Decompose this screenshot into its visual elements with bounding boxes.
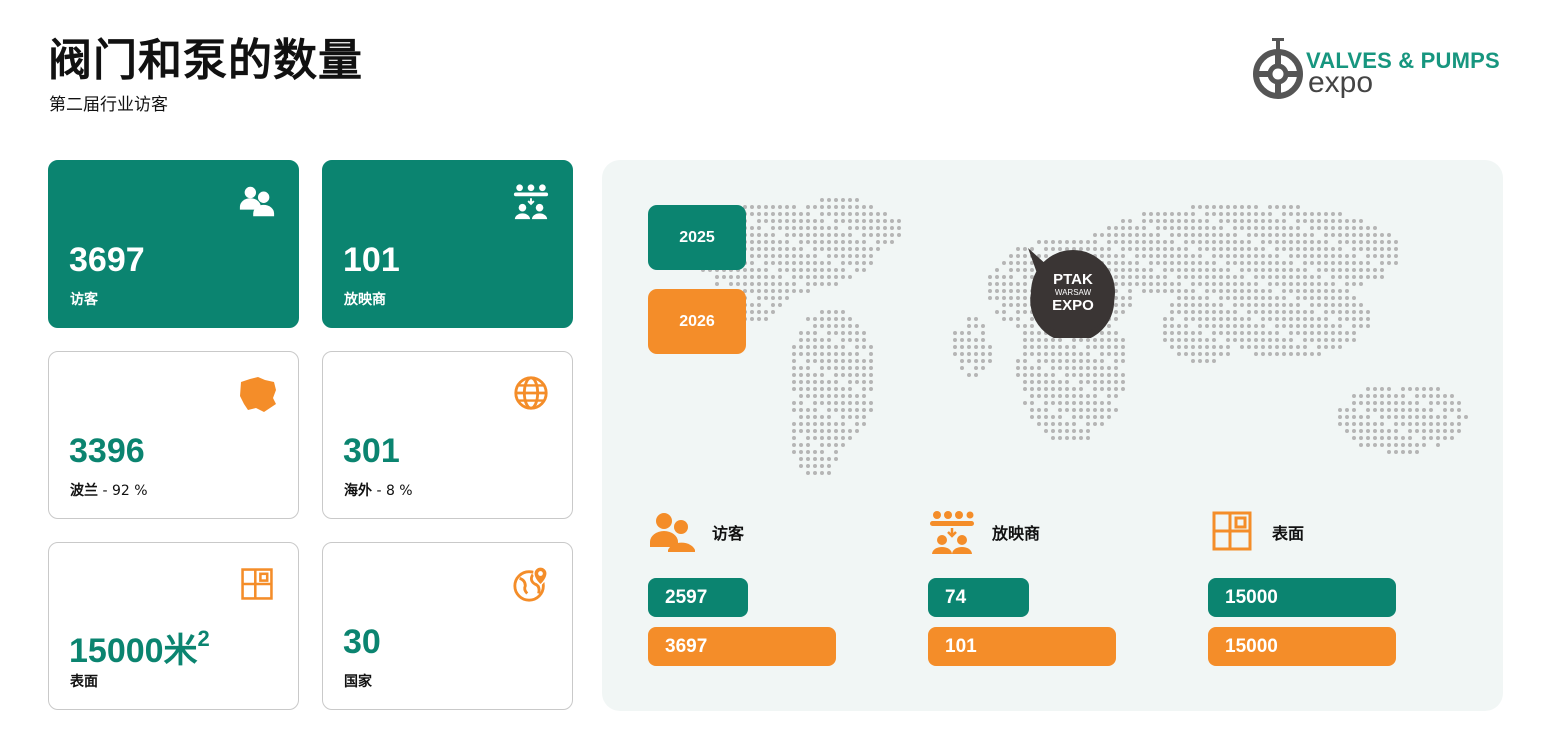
ptak-location-pin: PTAK WARSAW EXPO [1028,248,1115,338]
countries-label: 国家 [344,674,372,690]
globe-pin-icon [513,566,548,602]
visitors-label: 访客 [70,292,98,308]
exhibitors-icon [930,511,974,554]
year-2026-badge: 2026 [648,289,746,354]
pin-text-expo: EXPO [1052,297,1094,314]
bar-surface-2026: 15000 [1208,627,1396,666]
floor-plan-icon [241,568,273,600]
countries-card: 30 国家 [322,542,573,710]
abroad-label: 海外 - 8 % [344,483,413,499]
bar-exhibitors-2026: 101 [928,627,1116,666]
exhibitors-count: 101 [343,241,400,279]
surface-card: 15000米2 表面 [48,542,299,710]
globe-icon [514,376,548,410]
abroad-card: 301 海外 - 8 % [322,351,573,519]
poland-card: 3396 波兰 - 92 % [48,351,299,519]
comparison-visitors-label: 访客 [712,524,745,543]
floor-plan-icon [1212,511,1252,551]
bar-surface-2025: 15000 [1208,578,1396,617]
visitors-count: 3697 [69,241,145,279]
visitors-icon [239,186,275,217]
comparison-surface-label: 表面 [1272,524,1305,543]
surface-label: 表面 [70,674,98,690]
valves-pumps-logo: VALVES & PUMPS expo [1250,36,1510,106]
exhibitors-icon [513,184,549,220]
bar-visitors-2025: 2597 [648,578,748,617]
pin-text-warsaw: WARSAW [1055,288,1092,297]
page-title: 阀门和泵的数量 [48,35,363,86]
bar-visitors-2026: 3697 [648,627,836,666]
countries-count: 30 [343,623,381,661]
pin-text-ptak: PTAK [1053,271,1093,288]
poland-map-icon [240,377,276,412]
surface-value: 15000米2 [69,626,210,670]
poland-count: 3396 [69,432,145,470]
map-panel: 2025 2026 PTAK WARSAW EXPO 访客 2597 3697 [602,160,1503,711]
abroad-count: 301 [343,432,400,470]
comparison-exhibitors-label: 放映商 [992,524,1041,543]
year-2025-badge: 2025 [648,205,746,270]
visitors-icon [650,513,695,552]
exhibitors-card: 101 放映商 [322,160,573,328]
logo-text-expo: expo [1308,66,1374,99]
page-subtitle: 第二届行业访客 [49,95,168,115]
bar-exhibitors-2025: 74 [928,578,1029,617]
valve-icon [1253,38,1303,99]
world-dot-map [687,198,1468,475]
poland-label: 波兰 - 92 % [70,483,148,499]
exhibitors-label: 放映商 [344,292,386,308]
visitors-card: 3697 访客 [48,160,299,328]
